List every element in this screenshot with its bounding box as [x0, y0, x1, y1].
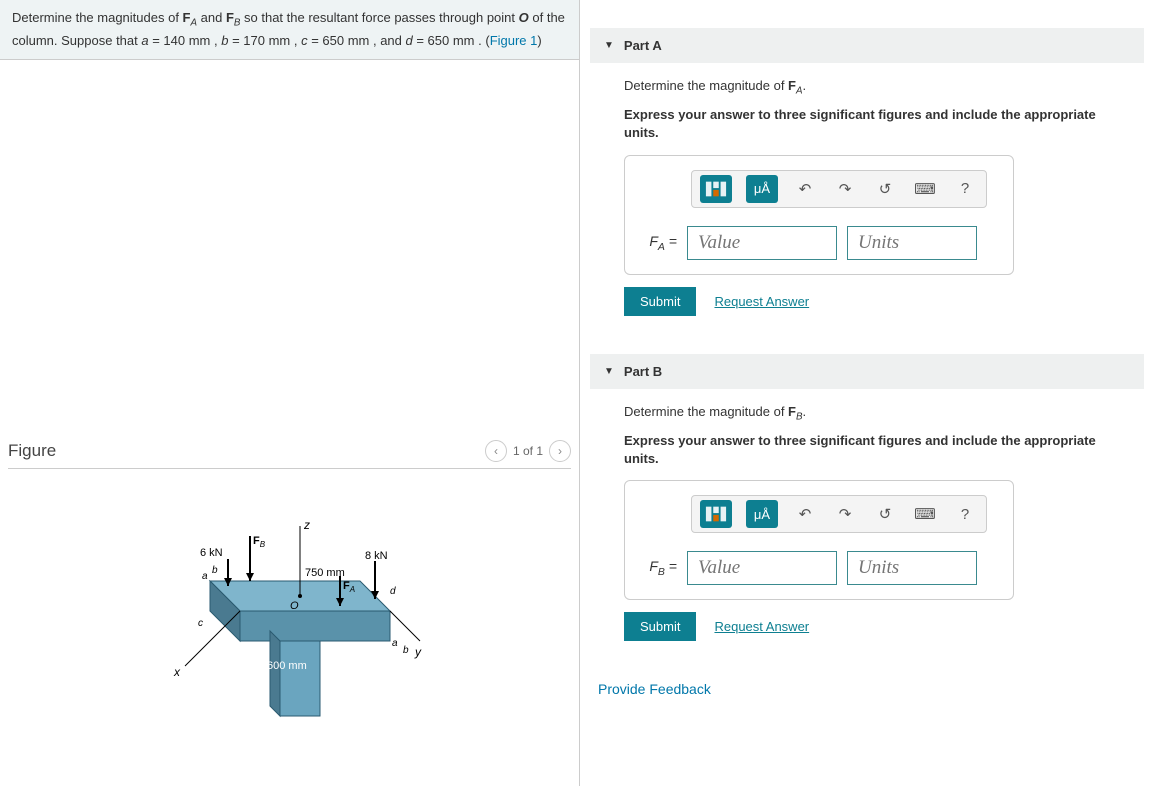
svg-text:8 kN: 8 kN	[365, 550, 388, 562]
figure-link[interactable]: Figure 1	[490, 33, 538, 48]
templates-icon[interactable]	[700, 175, 732, 203]
redo-icon[interactable]: ↷	[832, 501, 858, 527]
redo-icon[interactable]: ↷	[832, 176, 858, 202]
help-icon[interactable]: ?	[952, 176, 978, 202]
keyboard-icon[interactable]: ⌨	[912, 501, 938, 527]
figure-title: Figure	[8, 441, 56, 461]
reset-icon[interactable]: ↺	[872, 501, 898, 527]
svg-text:a: a	[202, 571, 208, 582]
svg-text:x: x	[173, 665, 181, 679]
part-a-instruction: Express your answer to three significant…	[624, 106, 1130, 142]
part-b-answer-box: μÅ ↶ ↷ ↺ ⌨ ? FB =	[624, 480, 1014, 600]
help-icon[interactable]: ?	[952, 501, 978, 527]
svg-text:a: a	[392, 638, 398, 649]
keyboard-icon[interactable]: ⌨	[912, 176, 938, 202]
part-b-submit-button[interactable]: Submit	[624, 612, 696, 641]
pager-prev-button[interactable]: ‹	[485, 440, 507, 462]
part-b-var-label: FB =	[643, 558, 677, 578]
part-b-request-answer-link[interactable]: Request Answer	[714, 619, 809, 634]
svg-text:z: z	[303, 518, 310, 532]
svg-text:d: d	[390, 586, 396, 597]
svg-text:y: y	[414, 645, 422, 659]
figure-image: z x y O FB 6 kN FA	[8, 481, 571, 724]
svg-text:O: O	[290, 600, 299, 612]
part-b-header[interactable]: ▼ Part B	[590, 354, 1144, 389]
part-a-value-input[interactable]	[687, 226, 837, 260]
collapse-icon: ▼	[604, 40, 614, 51]
units-icon[interactable]: μÅ	[746, 175, 778, 203]
reset-icon[interactable]: ↺	[872, 176, 898, 202]
svg-text:6 kN: 6 kN	[200, 547, 223, 559]
collapse-icon: ▼	[604, 366, 614, 377]
part-a-prompt: Determine the magnitude of FA.	[624, 77, 1130, 98]
svg-text:FB: FB	[253, 535, 266, 549]
part-a-var-label: FA =	[643, 233, 677, 253]
svg-text:600 mm: 600 mm	[267, 660, 307, 672]
units-icon[interactable]: μÅ	[746, 500, 778, 528]
provide-feedback-link[interactable]: Provide Feedback	[598, 681, 1144, 697]
part-a-header[interactable]: ▼ Part A	[590, 28, 1144, 63]
templates-icon[interactable]	[700, 500, 732, 528]
part-a-submit-button[interactable]: Submit	[624, 287, 696, 316]
part-b-instruction: Express your answer to three significant…	[624, 432, 1130, 468]
part-b-prompt: Determine the magnitude of FB.	[624, 403, 1130, 424]
part-a-request-answer-link[interactable]: Request Answer	[714, 294, 809, 309]
undo-icon[interactable]: ↶	[792, 176, 818, 202]
figure-pager: ‹ 1 of 1 ›	[485, 440, 571, 462]
pager-next-button[interactable]: ›	[549, 440, 571, 462]
svg-text:c: c	[198, 618, 203, 629]
part-b-units-input[interactable]	[847, 551, 977, 585]
part-a-toolbar: μÅ ↶ ↷ ↺ ⌨ ?	[691, 170, 987, 208]
part-b-toolbar: μÅ ↶ ↷ ↺ ⌨ ?	[691, 495, 987, 533]
part-a-answer-box: μÅ ↶ ↷ ↺ ⌨ ? FA =	[624, 155, 1014, 275]
svg-text:b: b	[403, 645, 409, 656]
svg-text:750 mm: 750 mm	[305, 567, 345, 579]
part-a-units-input[interactable]	[847, 226, 977, 260]
problem-statement: Determine the magnitudes of FA and FB so…	[0, 0, 579, 60]
part-b-value-input[interactable]	[687, 551, 837, 585]
undo-icon[interactable]: ↶	[792, 501, 818, 527]
svg-text:b: b	[212, 565, 218, 576]
